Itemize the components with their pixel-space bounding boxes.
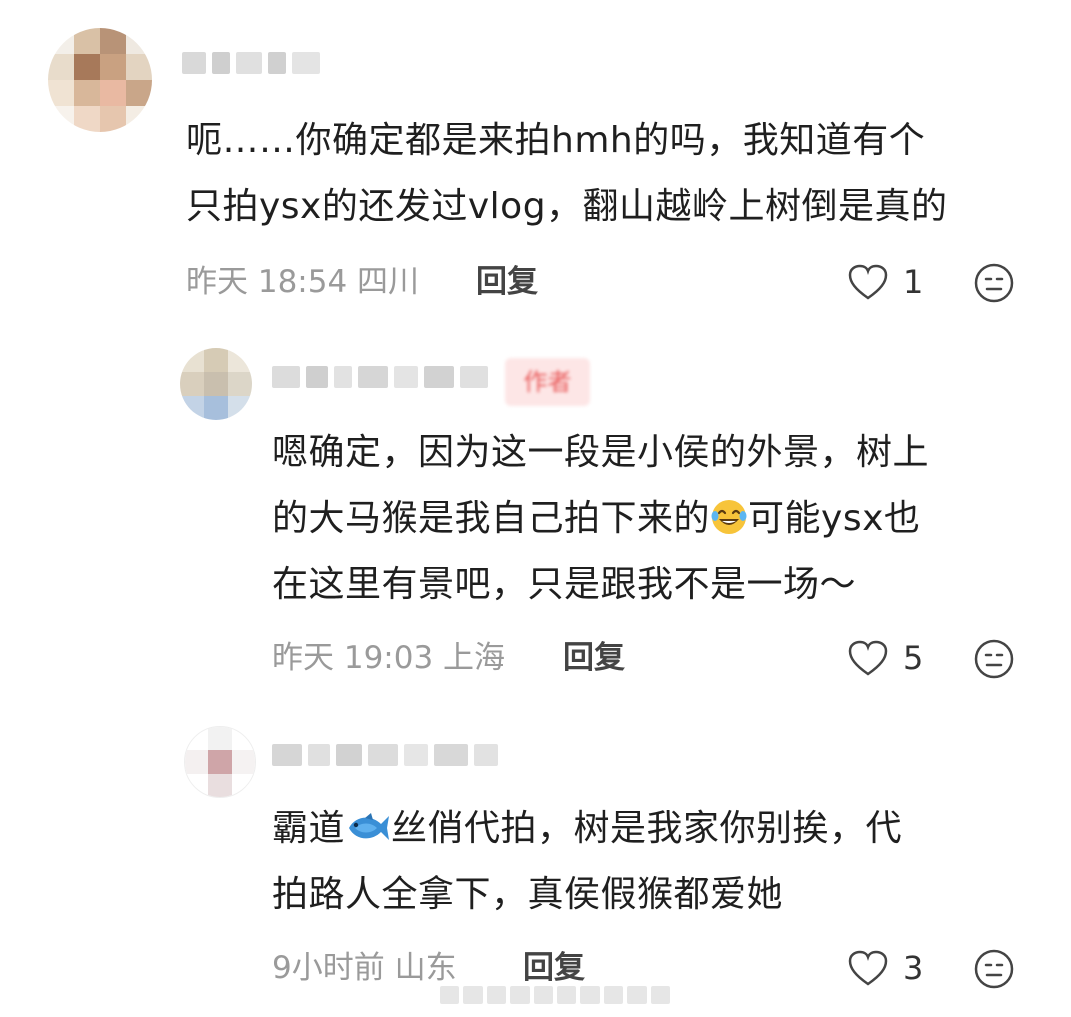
like-count: 5 [903, 639, 924, 677]
reply-button[interactable]: 回复 [563, 638, 625, 678]
neutral-face-icon[interactable] [973, 948, 1015, 990]
username-blurred[interactable] [182, 52, 320, 74]
like-count: 1 [903, 263, 924, 301]
avatar[interactable] [184, 726, 256, 798]
heart-outline-icon [848, 950, 888, 986]
neutral-face-icon[interactable] [973, 638, 1015, 680]
reply-button[interactable]: 回复 [523, 948, 585, 988]
like-button[interactable]: 3 [847, 948, 923, 988]
comment-text: 呃……你确定都是来拍hmh的吗，我知道有个 只拍ysx的还发过vlog，翻山越岭… [186, 120, 948, 227]
heart-outline-icon [848, 640, 888, 676]
comment-text: 嗯确定，因为这一段是小侯的外景，树上 的大马猴是我自己拍下来的 可能ysx也 在… [272, 432, 930, 605]
neutral-face-icon[interactable] [973, 262, 1015, 304]
like-button[interactable]: 1 [847, 262, 923, 302]
username-blurred[interactable] [272, 366, 488, 388]
like-button[interactable]: 5 [847, 638, 923, 678]
comment-meta: 9小时前 山东 [272, 950, 457, 986]
reply-button[interactable]: 回复 [476, 262, 538, 302]
avatar[interactable] [180, 348, 252, 420]
avatar[interactable] [48, 28, 152, 132]
author-badge: 作者 [505, 358, 590, 406]
watermark-blurred [440, 986, 671, 1004]
fish-emoji [349, 813, 390, 840]
like-count: 3 [903, 949, 924, 987]
username-blurred[interactable] [272, 744, 498, 766]
comment-text: 霸道 丝俏代拍，树是我家你别挨，代 拍路人全拿下，真侯假猴都爱她 [272, 808, 903, 915]
laughing-tears-emoji [711, 500, 747, 534]
comment-meta: 昨天 18:54 四川 [186, 264, 420, 300]
heart-outline-icon [848, 264, 888, 300]
comment-meta: 昨天 19:03 上海 [272, 640, 506, 676]
